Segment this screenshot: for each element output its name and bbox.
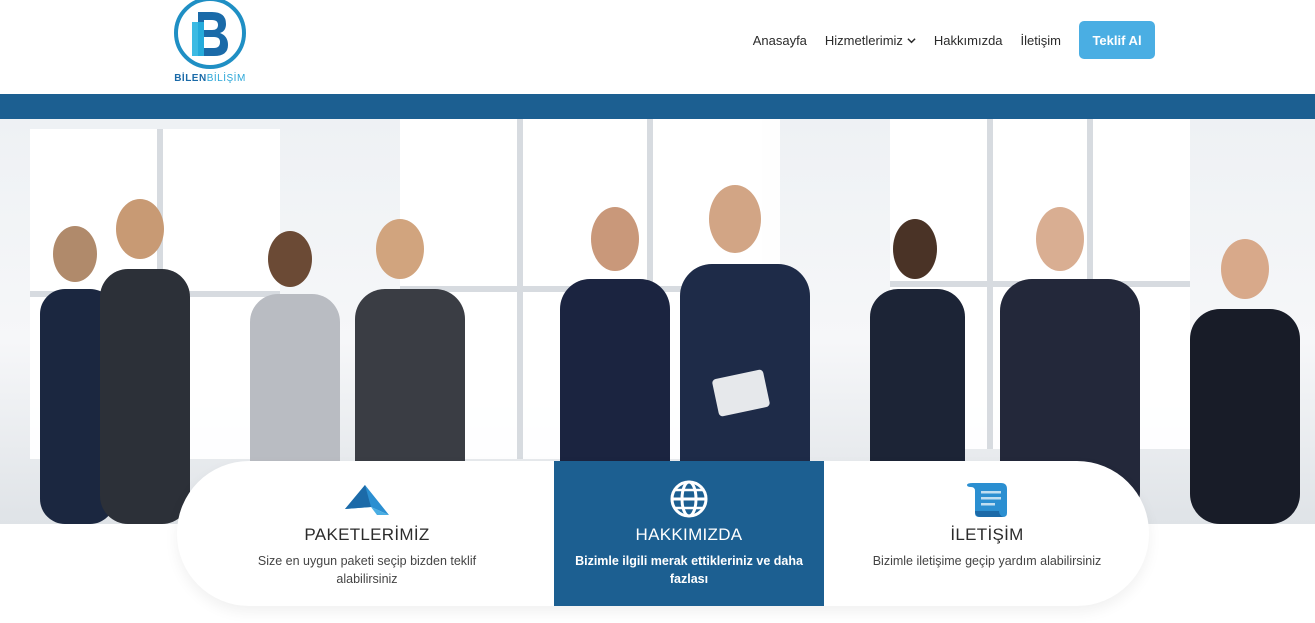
card-hakkimizda[interactable]: HAKKIMIZDA Bizimle ilgili merak ettikler… <box>554 461 824 606</box>
logo-wordmark: BİLENBİLİŞİM <box>174 73 246 84</box>
nav-item-hizmetlerimiz[interactable]: Hizmetlerimiz <box>825 33 916 48</box>
chevron-down-icon <box>907 37 916 43</box>
nav-item-iletisim[interactable]: İletişim <box>1021 33 1061 48</box>
globe-icon <box>670 480 708 518</box>
teklif-al-button[interactable]: Teklif Al <box>1079 21 1155 59</box>
card-paketlerimiz[interactable]: PAKETLERİMİZ Size en uygun paketi seçip … <box>232 461 502 606</box>
nav-item-hakkimizda[interactable]: Hakkımızda <box>934 33 1003 48</box>
card-description: Bizimle iletişime geçip yardım alabilirs… <box>872 554 1102 568</box>
main-nav: Anasayfa Hizmetlerimiz Hakkımızda İletiş… <box>753 21 1155 59</box>
card-description: Size en uygun paketi seçip bizden teklif… <box>257 554 477 586</box>
card-title: HAKKIMIZDA <box>635 525 743 544</box>
scroll-icon <box>967 483 1007 517</box>
feature-cards: PAKETLERİMİZ Size en uygun paketi seçip … <box>177 461 1149 606</box>
nav-item-anasayfa[interactable]: Anasayfa <box>753 33 807 48</box>
paper-plane-icon <box>345 485 389 515</box>
logo-mark-icon <box>174 0 246 69</box>
logo[interactable]: BİLENBİLİŞİM <box>170 0 250 90</box>
site-header: BİLENBİLİŞİM Anasayfa Hizmetlerimiz Hakk… <box>0 0 1315 94</box>
card-title: İLETİŞİM <box>950 525 1024 544</box>
card-title: PAKETLERİMİZ <box>304 525 430 544</box>
card-iletisim[interactable]: İLETİŞİM Bizimle iletişime geçip yardım … <box>852 461 1122 606</box>
header-divider-bar <box>0 94 1315 119</box>
card-description: Bizimle ilgili merak ettikleriniz ve dah… <box>575 554 803 586</box>
